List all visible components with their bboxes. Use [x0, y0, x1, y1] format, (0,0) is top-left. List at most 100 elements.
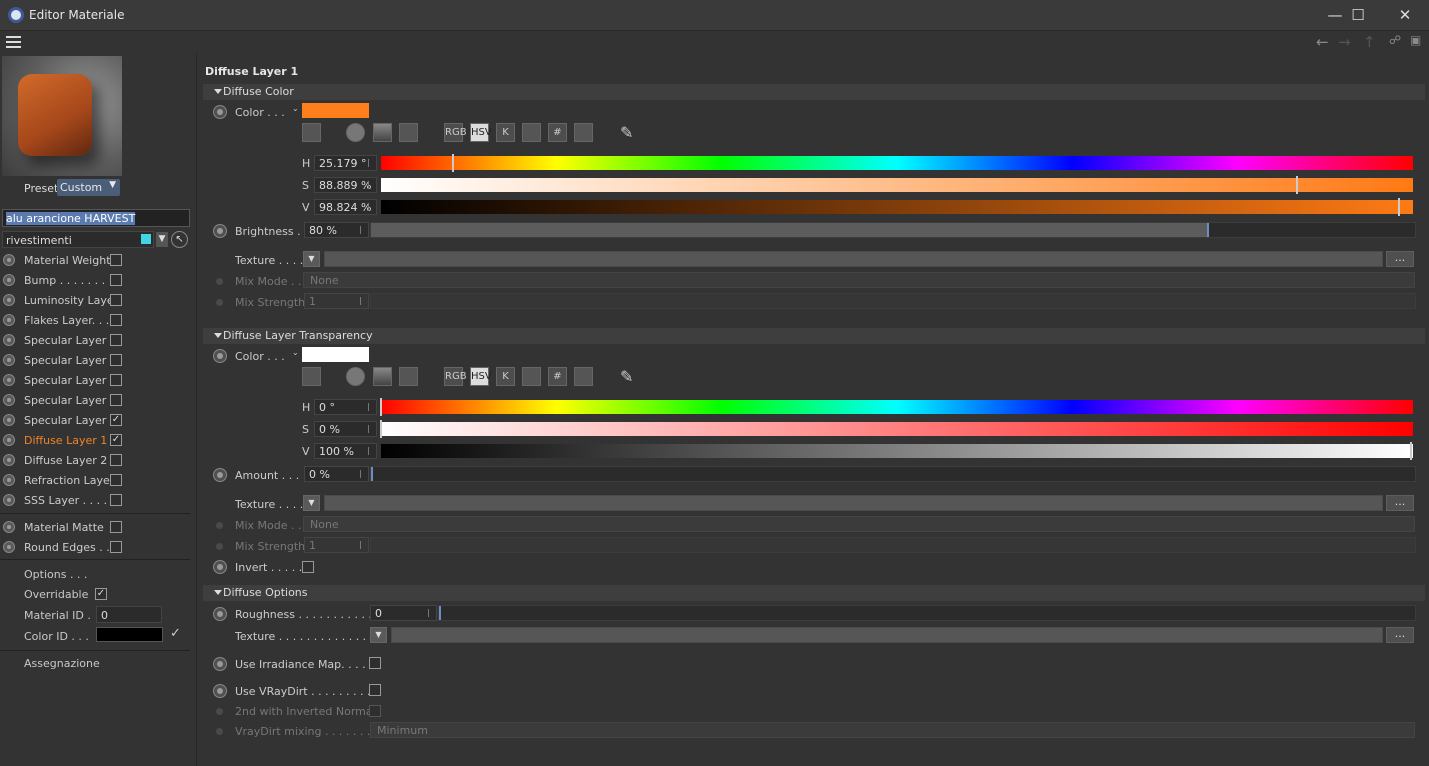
invert-animate-radio[interactable]: [213, 560, 227, 574]
trans-value-bar[interactable]: [381, 444, 1413, 458]
value-input[interactable]: 98.824 %: [314, 199, 377, 215]
trans-value-marker[interactable]: [1410, 442, 1412, 460]
channel-radio[interactable]: [3, 394, 15, 406]
texture-dropdown-icon[interactable]: ▼: [303, 251, 320, 267]
texture-slot[interactable]: [324, 251, 1383, 267]
channel-checkbox[interactable]: [110, 394, 122, 406]
channel-checkbox[interactable]: [110, 521, 122, 533]
trans-saturation-input[interactable]: 0 %: [314, 421, 377, 437]
brightness-input[interactable]: 80 %: [304, 222, 369, 238]
channel-radio[interactable]: [3, 374, 15, 386]
channel-row[interactable]: Luminosity Layer: [0, 290, 197, 310]
channel-checkbox[interactable]: [110, 294, 122, 306]
sliders-icon[interactable]: [522, 367, 541, 386]
channel-row[interactable]: Specular Layer 3: [0, 370, 197, 390]
roughness-animate-radio[interactable]: [213, 607, 227, 621]
channel-row[interactable]: Specular Layer 2: [0, 390, 197, 410]
group-dropdown-icon[interactable]: ▼: [156, 232, 168, 247]
channel-checkbox[interactable]: [110, 374, 122, 386]
up-arrow-icon[interactable]: ↑: [1363, 33, 1376, 51]
eyedropper-icon[interactable]: ✎: [620, 123, 633, 142]
inverted-normals-radio[interactable]: [216, 708, 223, 715]
material-id-input[interactable]: 0: [96, 606, 162, 623]
channel-row[interactable]: Refraction Layer: [0, 470, 197, 490]
saturation-input[interactable]: 88.889 %: [314, 177, 377, 193]
irradiance-animate-radio[interactable]: [213, 657, 227, 671]
channel-checkbox[interactable]: ✓: [110, 434, 122, 446]
sliders-icon[interactable]: [522, 123, 541, 142]
roughness-input[interactable]: 0: [370, 605, 437, 621]
trans-texture-browse-button[interactable]: ...: [1386, 495, 1414, 511]
close-icon[interactable]: ✕: [1382, 0, 1428, 31]
color-id-swatch[interactable]: [96, 627, 163, 642]
hsv-mode-button[interactable]: HSV: [470, 367, 492, 386]
channel-row[interactable]: Round Edges . .: [0, 537, 197, 557]
channel-radio[interactable]: [3, 434, 15, 446]
hue-marker[interactable]: [452, 154, 454, 172]
channel-row[interactable]: Specular Layer 1 ✓: [0, 410, 197, 430]
channel-radio[interactable]: [3, 454, 15, 466]
maximize-icon[interactable]: ☐: [1335, 0, 1381, 31]
trans-saturation-marker[interactable]: [380, 420, 382, 438]
material-preview[interactable]: [2, 56, 122, 176]
value-marker[interactable]: [1398, 198, 1400, 216]
vraydirt-checkbox[interactable]: [369, 684, 381, 696]
kelvin-mode-button[interactable]: K: [496, 123, 515, 142]
trans-mix-strength-radio[interactable]: [216, 543, 223, 550]
channel-radio[interactable]: [3, 314, 15, 326]
channel-radio[interactable]: [3, 354, 15, 366]
compress-icon[interactable]: [302, 367, 321, 386]
channel-checkbox[interactable]: ✓: [110, 414, 122, 426]
amount-knob[interactable]: [371, 467, 373, 481]
options-texture-slot[interactable]: [391, 627, 1383, 643]
trans-texture-slot[interactable]: [324, 495, 1383, 511]
brightness-slider[interactable]: [370, 222, 1416, 238]
new-window-icon[interactable]: ▣: [1410, 33, 1421, 47]
mix-strength-radio[interactable]: [216, 299, 223, 306]
color-animate-radio[interactable]: [213, 105, 227, 119]
brightness-animate-radio[interactable]: [213, 224, 227, 238]
hue-input[interactable]: 25.179 °: [314, 155, 377, 171]
mix-strength-slider[interactable]: [370, 293, 1416, 309]
channel-radio[interactable]: [3, 474, 15, 486]
vraydirt-mixing-select[interactable]: Minimum: [370, 722, 1415, 738]
trans-color-animate-radio[interactable]: [213, 349, 227, 363]
forward-arrow-icon[interactable]: →: [1338, 33, 1351, 51]
options-texture-browse-button[interactable]: ...: [1386, 627, 1414, 643]
swatches-grid-icon[interactable]: [574, 123, 593, 142]
channel-radio[interactable]: [3, 494, 15, 506]
channel-row[interactable]: Bump . . . . . . .: [0, 270, 197, 290]
diffuse-color-swatch[interactable]: [302, 103, 369, 118]
trans-mix-mode-radio[interactable]: [216, 522, 223, 529]
trans-value-input[interactable]: 100 %: [314, 443, 377, 459]
trans-texture-dropdown-icon[interactable]: ▼: [303, 495, 320, 511]
invert-checkbox[interactable]: [302, 561, 314, 573]
channel-checkbox[interactable]: [110, 454, 122, 466]
channel-radio[interactable]: [3, 541, 15, 553]
channel-checkbox[interactable]: [110, 354, 122, 366]
channel-radio[interactable]: [3, 274, 15, 286]
eyedropper-icon[interactable]: ✓: [170, 626, 181, 641]
color-wheel-icon[interactable]: [346, 123, 365, 142]
preset-dropdown[interactable]: Custom ▼: [57, 179, 120, 196]
trans-color-swatch[interactable]: [302, 347, 369, 362]
chevron-down-icon[interactable]: ⌄: [292, 104, 301, 113]
amount-slider[interactable]: [370, 466, 1416, 482]
channel-row[interactable]: Diffuse Layer 1 ✓: [0, 430, 197, 450]
trans-hue-bar[interactable]: [381, 400, 1413, 414]
trans-mix-mode-select[interactable]: None: [303, 516, 1415, 532]
channel-radio[interactable]: [3, 521, 15, 533]
hamburger-menu-icon[interactable]: [6, 36, 21, 48]
mix-mode-select[interactable]: None: [303, 272, 1415, 288]
inverted-normals-checkbox[interactable]: [369, 705, 381, 717]
kelvin-mode-button[interactable]: K: [496, 367, 515, 386]
channel-row[interactable]: Diffuse Layer 2: [0, 450, 197, 470]
amount-input[interactable]: 0 %: [304, 466, 369, 482]
brightness-knob[interactable]: [1207, 223, 1209, 237]
channel-row[interactable]: Specular Layer 5: [0, 330, 197, 350]
amount-animate-radio[interactable]: [213, 468, 227, 482]
channel-radio[interactable]: [3, 414, 15, 426]
image-icon[interactable]: [399, 123, 418, 142]
trans-hue-marker[interactable]: [380, 398, 382, 416]
group-color-swatch[interactable]: [141, 234, 151, 244]
